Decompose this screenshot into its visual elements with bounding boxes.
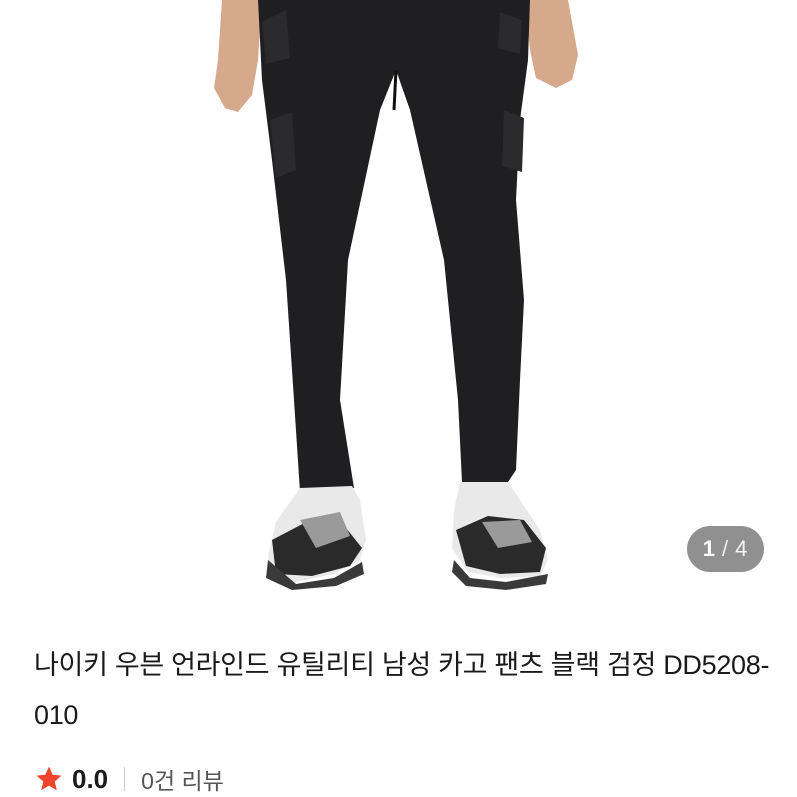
rating-score: 0.0 (72, 763, 109, 794)
rating-summary[interactable]: 0.0 0건 리뷰 (34, 759, 224, 797)
product-image-gallery[interactable]: 1 / 4 (0, 0, 797, 612)
product-image (214, 0, 578, 590)
total-image-count: 4 (735, 536, 749, 561)
product-page: 1 / 4 나이키 우븐 언라인드 유틸리티 남성 카고 팬츠 블랙 검정 DD… (0, 0, 797, 797)
current-image-index: 1 (702, 536, 716, 561)
star-icon (34, 764, 64, 794)
review-count-link[interactable]: 0건 리뷰 (141, 762, 224, 796)
image-page-counter: 1 / 4 (687, 526, 764, 572)
rating-divider (124, 767, 126, 791)
counter-separator: / (721, 536, 730, 561)
product-title: 나이키 우븐 언라인드 유틸리티 남성 카고 팬츠 블랙 검정 DD5208-0… (34, 650, 770, 730)
